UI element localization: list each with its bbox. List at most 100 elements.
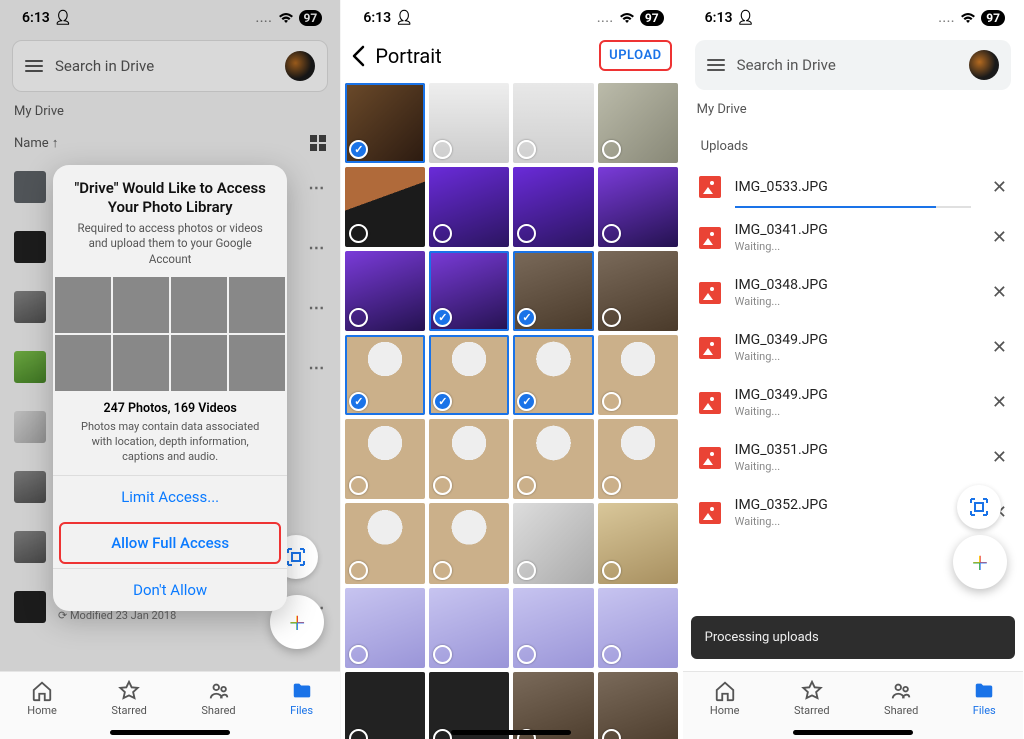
- tab-label: Starred: [794, 704, 830, 717]
- limit-access-button[interactable]: Limit Access...: [53, 475, 287, 518]
- select-ring-icon: [433, 729, 452, 739]
- shared-icon: [208, 680, 230, 702]
- more-icon[interactable]: ⋯: [308, 238, 326, 257]
- photo-cell[interactable]: [513, 167, 593, 247]
- upload-button[interactable]: UPLOAD: [599, 40, 671, 71]
- avatar[interactable]: [285, 51, 315, 81]
- photo-cell[interactable]: [598, 251, 678, 331]
- sort-label[interactable]: Name ↑: [14, 135, 58, 151]
- photo-cell[interactable]: [513, 503, 593, 583]
- allow-full-access-button[interactable]: Allow Full Access: [59, 522, 281, 564]
- photo-cell[interactable]: [513, 335, 593, 415]
- grid-view-icon[interactable]: [310, 135, 326, 151]
- home-indicator[interactable]: [793, 730, 913, 735]
- photo-cell[interactable]: [598, 672, 678, 739]
- menu-icon[interactable]: [25, 60, 43, 72]
- screen-uploads: 6:13👤︎ .... 97 Search in Drive My Drive …: [683, 0, 1024, 739]
- photo-cell[interactable]: [513, 672, 593, 739]
- back-button[interactable]: [351, 45, 365, 67]
- photo-cell[interactable]: [429, 167, 509, 247]
- file-thumb: [14, 231, 46, 263]
- breadcrumb[interactable]: My Drive: [0, 100, 340, 129]
- photo-cell[interactable]: [598, 83, 678, 163]
- photo-cell[interactable]: [429, 419, 509, 499]
- photo-cell[interactable]: [598, 419, 678, 499]
- upload-row[interactable]: IMG_0349.JPGWaiting...✕: [689, 320, 1017, 375]
- photo-cell[interactable]: [513, 588, 593, 668]
- tab-files[interactable]: Files: [973, 680, 996, 717]
- tab-starred[interactable]: Starred: [794, 680, 830, 717]
- tab-label: Starred: [111, 704, 147, 717]
- photo-cell[interactable]: [345, 672, 425, 739]
- photo-cell[interactable]: [513, 83, 593, 163]
- tab-home[interactable]: Home: [710, 680, 740, 717]
- photo-cell[interactable]: [598, 167, 678, 247]
- cancel-upload-button[interactable]: ✕: [992, 447, 1007, 468]
- photo-cell[interactable]: [598, 335, 678, 415]
- upload-filename: IMG_0341.JPG: [735, 222, 828, 238]
- search-bar[interactable]: Search in Drive: [12, 40, 328, 92]
- photo-cell[interactable]: [598, 503, 678, 583]
- photo-cell[interactable]: [345, 503, 425, 583]
- photo-cell[interactable]: [429, 335, 509, 415]
- photo-cell[interactable]: [345, 167, 425, 247]
- photo-cell[interactable]: [429, 503, 509, 583]
- image-file-icon: [699, 176, 721, 198]
- photo-cell[interactable]: [345, 335, 425, 415]
- cancel-upload-button[interactable]: ✕: [992, 282, 1007, 303]
- tab-starred[interactable]: Starred: [111, 680, 147, 717]
- photo-permission-dialog: "Drive" Would Like to Access Your Photo …: [53, 165, 287, 611]
- upload-row[interactable]: IMG_0351.JPGWaiting...✕: [689, 430, 1017, 485]
- tab-files[interactable]: Files: [290, 680, 313, 717]
- cancel-upload-button[interactable]: ✕: [992, 177, 1007, 198]
- photo-cell[interactable]: [345, 251, 425, 331]
- more-icon[interactable]: ⋯: [308, 178, 326, 197]
- upload-status: Waiting...: [735, 515, 828, 528]
- cancel-upload-button[interactable]: ✕: [992, 392, 1007, 413]
- photo-cell[interactable]: [513, 251, 593, 331]
- upload-row[interactable]: IMG_0533.JPG✕: [689, 164, 1017, 210]
- cancel-upload-button[interactable]: ✕: [992, 337, 1007, 358]
- add-fab[interactable]: +: [953, 535, 1007, 589]
- image-file-icon: [699, 227, 721, 249]
- tab-shared[interactable]: Shared: [201, 680, 235, 717]
- photo-cell[interactable]: [345, 588, 425, 668]
- upload-filename: IMG_0351.JPG: [735, 442, 828, 458]
- photo-cell[interactable]: [429, 251, 509, 331]
- select-ring-icon: [433, 561, 452, 580]
- search-bar[interactable]: Search in Drive: [695, 40, 1011, 90]
- breadcrumb[interactable]: My Drive: [683, 98, 1023, 127]
- dialog-photo-preview: [53, 277, 287, 391]
- upload-status: Waiting...: [735, 240, 828, 253]
- photo-cell[interactable]: [345, 419, 425, 499]
- upload-row[interactable]: IMG_0349.JPGWaiting...✕: [689, 375, 1017, 430]
- photo-cell[interactable]: [345, 83, 425, 163]
- tab-label: Home: [27, 704, 57, 717]
- search-placeholder: Search in Drive: [55, 57, 273, 75]
- list-header: Name ↑: [0, 129, 340, 157]
- status-time: 6:13: [363, 10, 391, 26]
- more-icon[interactable]: ⋯: [308, 298, 326, 317]
- upload-row[interactable]: IMG_0348.JPGWaiting...✕: [689, 265, 1017, 320]
- profile-indicator-icon: 👤︎: [395, 10, 413, 26]
- tab-home[interactable]: Home: [27, 680, 57, 717]
- screen-photo-picker: 6:13👤︎ .... 97 Portrait UPLOAD: [341, 0, 682, 739]
- photo-cell[interactable]: [429, 588, 509, 668]
- upload-row[interactable]: IMG_0341.JPG Waiting... ✕: [689, 210, 1017, 265]
- photo-cell[interactable]: [429, 672, 509, 739]
- scan-fab[interactable]: [957, 485, 1001, 529]
- image-file-icon: [699, 392, 721, 414]
- avatar[interactable]: [969, 50, 999, 80]
- cancel-upload-button[interactable]: ✕: [992, 227, 1007, 248]
- menu-icon[interactable]: [707, 59, 725, 71]
- tab-shared[interactable]: Shared: [884, 680, 918, 717]
- home-indicator[interactable]: [110, 730, 230, 735]
- more-icon[interactable]: ⋯: [308, 358, 326, 377]
- home-indicator[interactable]: [451, 730, 571, 735]
- photo-cell[interactable]: [513, 419, 593, 499]
- photo-cell[interactable]: [598, 588, 678, 668]
- photo-cell[interactable]: [429, 83, 509, 163]
- select-ring-icon: [349, 476, 368, 495]
- home-icon: [714, 680, 736, 702]
- dont-allow-button[interactable]: Don't Allow: [53, 568, 287, 611]
